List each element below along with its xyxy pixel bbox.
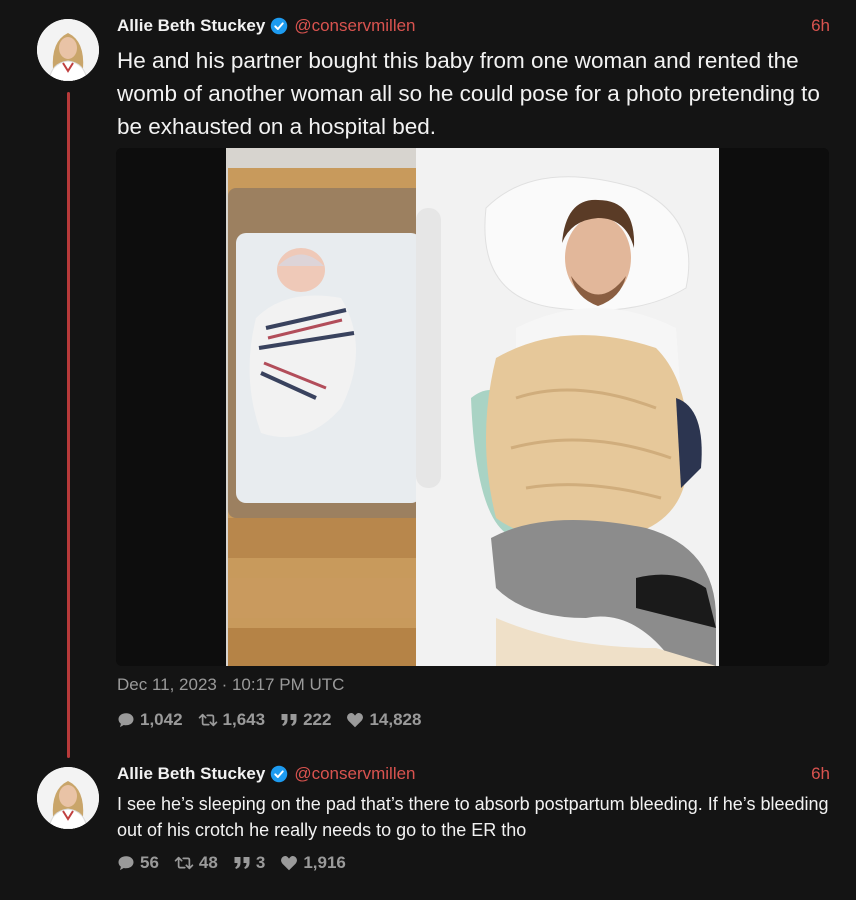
retweet-icon <box>174 856 194 870</box>
author-handle[interactable]: @conservmillen <box>294 16 415 36</box>
reply-count[interactable]: 1,042 <box>117 710 183 730</box>
verified-badge-icon <box>270 765 288 783</box>
reply-text: I see he’s sleeping on the pad that’s th… <box>117 794 829 840</box>
heart-icon <box>281 856 298 871</box>
tweet-date[interactable]: Dec 11, 2023 · 10:17 PM UTC <box>117 675 344 695</box>
avatar[interactable] <box>37 19 99 81</box>
reply-count-value: 56 <box>140 853 159 872</box>
retweet-count[interactable]: 48 <box>174 853 218 873</box>
tweet-photo[interactable] <box>116 148 829 666</box>
quote-count-value: 222 <box>303 710 332 729</box>
quote-count-value: 3 <box>255 853 266 872</box>
reply-icon <box>118 713 134 728</box>
tweet-header: Allie Beth Stuckey @conservmillen 6h <box>117 15 830 37</box>
reply-stats: 56 48 3 1,916 <box>117 853 361 873</box>
retweet-icon <box>198 713 217 727</box>
like-count-value: 14,828 <box>369 710 422 729</box>
like-count-value: 1,916 <box>303 853 346 872</box>
author-handle[interactable]: @conservmillen <box>294 764 415 784</box>
quote-count[interactable]: 222 <box>280 710 331 730</box>
tweet-text: He and his partner bought this baby from… <box>117 48 820 139</box>
tweet-stats: 1,042 1,643 222 14,828 <box>117 710 436 730</box>
quote-count[interactable]: 3 <box>233 853 265 873</box>
reply-time[interactable]: 6h <box>811 764 830 784</box>
thread-connector-line <box>67 92 70 758</box>
quote-icon <box>281 714 297 726</box>
avatar[interactable] <box>37 767 99 829</box>
like-count[interactable]: 14,828 <box>346 710 421 730</box>
verified-badge-icon <box>270 17 288 35</box>
retweet-count-value: 48 <box>198 853 218 872</box>
retweet-count[interactable]: 1,643 <box>198 710 266 730</box>
reply-icon <box>118 856 134 871</box>
reply-count-value: 1,042 <box>140 710 183 729</box>
reply-count[interactable]: 56 <box>117 853 159 873</box>
author-name[interactable]: Allie Beth Stuckey <box>117 16 265 36</box>
retweet-count-value: 1,643 <box>222 710 266 729</box>
like-count[interactable]: 1,916 <box>280 853 346 873</box>
heart-icon <box>347 713 364 728</box>
tweet-time[interactable]: 6h <box>811 16 830 36</box>
author-name[interactable]: Allie Beth Stuckey <box>117 764 265 784</box>
reply-header: Allie Beth Stuckey @conservmillen 6h <box>117 763 830 785</box>
quote-icon <box>234 857 250 869</box>
